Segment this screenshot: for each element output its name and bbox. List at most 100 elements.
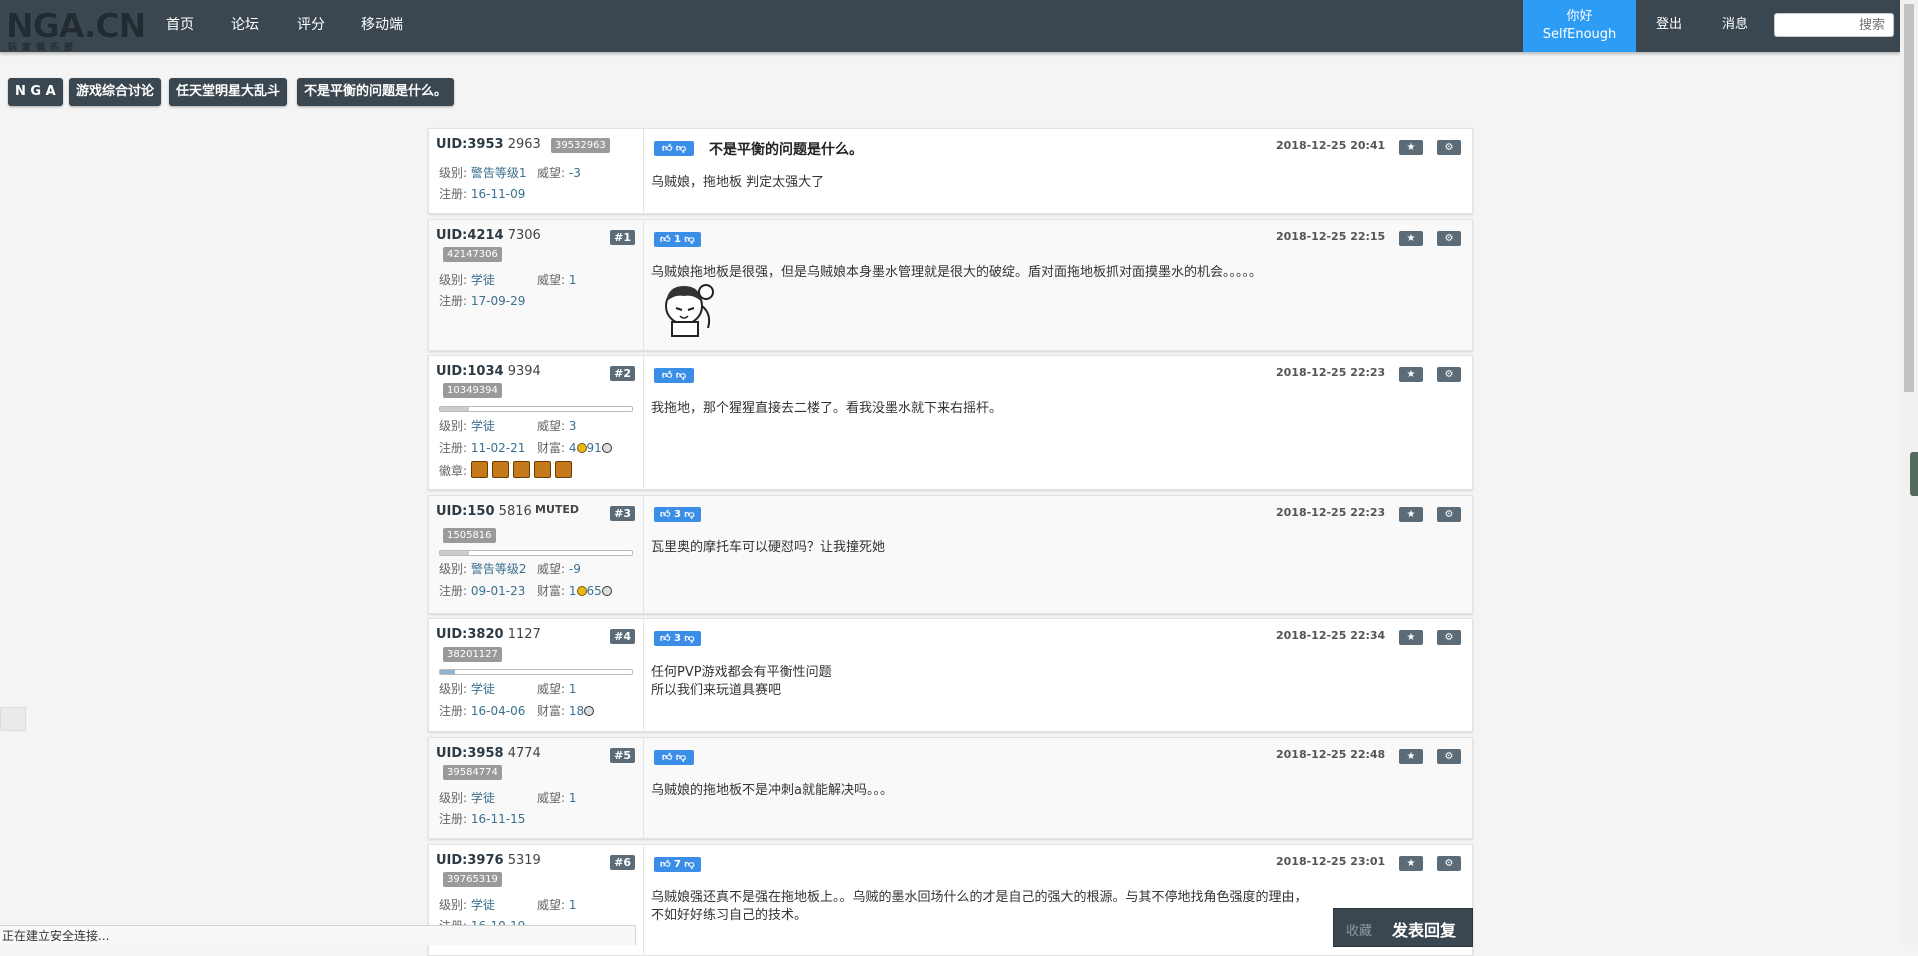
author-uid[interactable]: UID:3958 4774 [436, 746, 541, 761]
star-icon[interactable]: ★ [1399, 630, 1423, 645]
author-uid[interactable]: UID:4214 7306 [436, 228, 541, 243]
author-uid[interactable]: UID:3953 2963 39532963 [436, 137, 610, 153]
user-name: SelfEnough [1542, 27, 1617, 42]
logo-subtext: 玩家俱乐部 [8, 43, 79, 53]
site-logo[interactable]: NGA.CN 玩家俱乐部 [6, 4, 146, 53]
star-icon[interactable]: ★ [1399, 367, 1423, 382]
like-dislike-button[interactable]: 👍︎ 👎︎ [654, 750, 695, 765]
post-content: 任何PVP游戏都会有平衡性问题 所以我们来玩道具赛吧 [651, 664, 832, 700]
post-time: 2018-12-25 22:34 [1276, 629, 1386, 642]
floor-number[interactable]: #2 [610, 366, 635, 381]
author-uid[interactable]: UID:1034 9394 [436, 364, 541, 379]
register-label: 注册: [439, 187, 468, 201]
author-uid[interactable]: UID:150 5816 MUTED [436, 503, 579, 519]
favorite-button[interactable]: 收藏 [1346, 920, 1372, 939]
breadcrumb-topic[interactable]: 不是平衡的问题是什么。 [297, 78, 455, 106]
post-content: 瓦里奥的摩托车可以硬怼吗？让我撞死她 [651, 540, 886, 555]
register-label: 注册: [439, 584, 468, 598]
side-collapse-handle[interactable] [0, 707, 26, 731]
user-greeting: 你好 [1566, 9, 1593, 24]
nav-home[interactable]: 首页 [166, 0, 194, 52]
author-level: 级别: 学徒 [439, 680, 495, 697]
post-content-line: 所以我们来玩道具赛吧 [651, 683, 782, 698]
level-value: 学徒 [470, 791, 495, 805]
prestige-value: 1 [568, 791, 577, 805]
prestige-value: 1 [568, 682, 577, 696]
author-level: 级别: 学徒 [439, 271, 495, 288]
star-icon[interactable]: ★ [1399, 140, 1423, 155]
page-scrollbar-thumb[interactable] [1904, 4, 1914, 392]
prestige-value: 1 [568, 273, 577, 287]
like-dislike-button[interactable]: 👍︎ 👎︎ [654, 141, 695, 156]
breadcrumb-nga[interactable]: N G A [8, 78, 63, 106]
floor-number[interactable]: #4 [610, 629, 635, 644]
post-content: 乌贼娘，拖地板 判定太强大了 [651, 175, 825, 190]
top-navbar: NGA.CN 玩家俱乐部 首页 论坛 评分 移动端 你好 SelfEnough … [0, 0, 1900, 53]
gear-icon[interactable]: ⚙ [1437, 856, 1461, 871]
floor-number[interactable]: #1 [610, 230, 635, 245]
gear-icon[interactable]: ⚙ [1437, 140, 1461, 155]
post-reply-button[interactable]: 发表回复 [1392, 917, 1456, 941]
search-box [1774, 13, 1894, 37]
like-dislike-button[interactable]: 👍︎ 7 👎︎ [654, 857, 701, 872]
author-uid[interactable]: UID:3976 5319 [436, 853, 541, 868]
search-input[interactable] [1775, 14, 1893, 36]
star-icon[interactable]: ★ [1399, 231, 1423, 246]
prestige-value: -3 [568, 166, 581, 180]
logout-link[interactable]: 登出 [1656, 0, 1682, 52]
side-float-handle[interactable] [1910, 452, 1918, 496]
breadcrumb-game-discussion[interactable]: 游戏综合讨论 [69, 78, 162, 106]
nav-rating[interactable]: 评分 [297, 0, 325, 52]
like-dislike-button[interactable]: 👍︎ 3 👎︎ [654, 631, 701, 646]
nav-mobile[interactable]: 移动端 [361, 0, 403, 52]
gear-icon[interactable]: ⚙ [1437, 367, 1461, 382]
gear-icon[interactable]: ⚙ [1437, 749, 1461, 764]
uid-tag: 39584774 [443, 765, 502, 780]
post-reply-2: UID:1034 9394 #2 10349394 级别: 学徒 威望: 3 注… [428, 355, 1473, 490]
reply-toolbar: 收藏 发表回复 [1333, 908, 1473, 947]
uid-prefix: UID:4214 [436, 228, 504, 243]
like-count: 3 [673, 633, 681, 644]
uid-tag: 10349394 [443, 383, 502, 398]
register-value: 16-04-06 [470, 704, 526, 718]
floor-number[interactable]: #5 [610, 748, 635, 763]
star-icon[interactable]: ★ [1399, 749, 1423, 764]
author-prestige: 威望: 1 [537, 271, 577, 288]
user-menu[interactable]: 你好 SelfEnough [1523, 0, 1636, 52]
floor-number[interactable]: #3 [610, 506, 635, 521]
author-wealth: 财富: 4 91 [537, 439, 612, 456]
medal-icon[interactable] [534, 461, 552, 478]
register-value: 17-09-29 [470, 294, 526, 308]
author-prestige: 威望: -3 [537, 164, 581, 181]
like-dislike-button[interactable]: 👍︎ 👎︎ [654, 368, 695, 383]
post-content: 我拖地，那个猩猩直接去二楼了。看我没墨水就下来右摇杆。 [651, 401, 1003, 416]
wealth-label: 财富: [537, 584, 566, 598]
medal-icon[interactable] [471, 461, 489, 478]
gear-icon[interactable]: ⚙ [1437, 507, 1461, 522]
prestige-value: -9 [568, 562, 581, 576]
author-level: 级别: 学徒 [439, 789, 495, 806]
medal-icon[interactable] [513, 461, 531, 478]
level-label: 级别: [439, 273, 468, 287]
medal-icon[interactable] [555, 461, 573, 478]
level-value: 学徒 [470, 273, 495, 287]
prestige-label: 威望: [537, 562, 566, 576]
like-dislike-button[interactable]: 👍︎ 3 👎︎ [654, 507, 701, 522]
gear-icon[interactable]: ⚙ [1437, 231, 1461, 246]
author-uid[interactable]: UID:3820 1127 [436, 627, 541, 642]
register-label: 注册: [439, 441, 468, 455]
gear-icon[interactable]: ⚙ [1437, 630, 1461, 645]
breadcrumb-smash-bros[interactable]: 任天堂明星大乱斗 [169, 78, 288, 106]
prestige-label: 威望: [537, 898, 566, 912]
nav-forum[interactable]: 论坛 [231, 0, 259, 52]
wealth-label: 财富: [537, 704, 566, 718]
like-count: 1 [673, 234, 681, 245]
reputation-bar [439, 406, 633, 412]
like-dislike-button[interactable]: 👍︎ 1 👎︎ [654, 232, 701, 247]
star-icon[interactable]: ★ [1399, 507, 1423, 522]
star-icon[interactable]: ★ [1399, 856, 1423, 871]
medal-icon[interactable] [492, 461, 510, 478]
floor-number[interactable]: #6 [610, 855, 635, 870]
messages-link[interactable]: 消息 [1722, 0, 1748, 52]
uid-tag: 39532963 [550, 138, 610, 153]
